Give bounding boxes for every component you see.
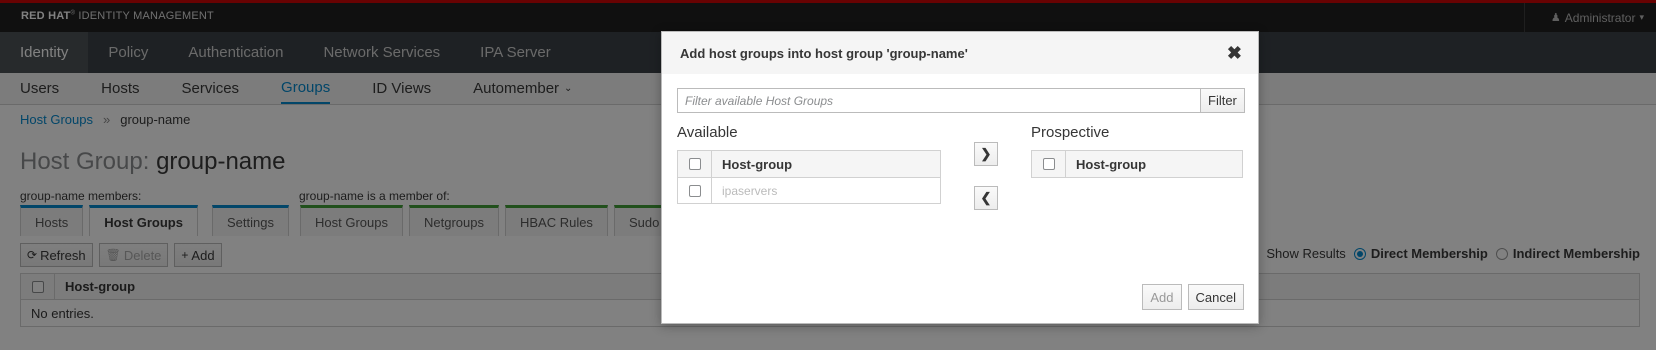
- chevron-right-icon: ❯: [980, 146, 992, 161]
- filter-input[interactable]: [677, 88, 1201, 113]
- filter-row: Filter: [677, 88, 1245, 113]
- filter-button[interactable]: Filter: [1201, 88, 1245, 113]
- list-item-checkbox-cell: [678, 177, 712, 204]
- available-label: Available: [677, 124, 738, 141]
- move-right-button[interactable]: ❯: [974, 142, 998, 166]
- prospective-column-host-group: Host-group: [1076, 156, 1147, 172]
- prospective-table-header: Host-group: [1032, 151, 1242, 177]
- chevron-left-icon: ❮: [980, 190, 992, 205]
- list-item[interactable]: ipaservers: [678, 177, 940, 204]
- available-table-header: Host-group: [678, 151, 940, 177]
- list-item-checkbox[interactable]: [688, 184, 701, 197]
- prospective-label: Prospective: [1031, 124, 1110, 141]
- add-host-groups-dialog: Add host groups into host group 'group-n…: [661, 31, 1259, 324]
- prospective-select-all-cell: [1032, 151, 1066, 177]
- prospective-select-all-checkbox[interactable]: [1042, 158, 1055, 170]
- available-select-all-cell: [678, 151, 712, 177]
- available-table: Host-group ipaservers: [677, 150, 941, 204]
- available-column-host-group: Host-group: [722, 156, 793, 172]
- move-left-button[interactable]: ❮: [974, 186, 998, 210]
- dialog-header: Add host groups into host group 'group-n…: [662, 32, 1258, 74]
- dialog-cancel-button[interactable]: Cancel: [1187, 284, 1244, 310]
- dialog-footer: Add Cancel: [1136, 284, 1244, 310]
- dialog-add-button[interactable]: Add: [1142, 284, 1182, 310]
- close-icon[interactable]: ✖: [1227, 43, 1242, 64]
- dialog-title: Add host groups into host group 'group-n…: [680, 45, 968, 61]
- list-item-label: ipaservers: [722, 183, 778, 198]
- available-select-all-checkbox[interactable]: [688, 158, 701, 170]
- prospective-table: Host-group: [1031, 150, 1243, 178]
